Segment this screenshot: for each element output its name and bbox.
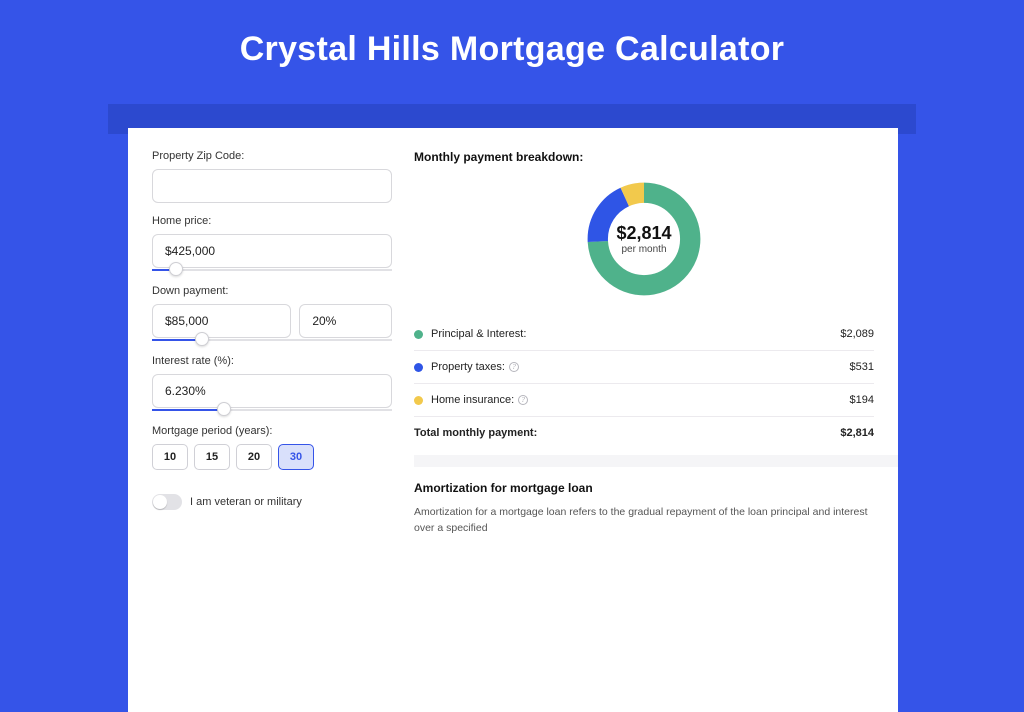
interest-block: Interest rate (%): — [152, 355, 392, 413]
interest-slider[interactable] — [152, 407, 392, 413]
period-segment-row: 10 15 20 30 — [152, 444, 392, 470]
zip-field-block: Property Zip Code: — [152, 150, 392, 203]
breakdown-column: Monthly payment breakdown: $2,814 per mo… — [414, 150, 874, 712]
interest-label: Interest rate (%): — [152, 355, 392, 367]
legend-label: Home insurance: — [431, 394, 514, 406]
slider-thumb[interactable] — [217, 402, 231, 416]
form-column: Property Zip Code: Home price: Down paym… — [152, 150, 392, 712]
period-option-30[interactable]: 30 — [278, 444, 314, 470]
donut-sub: per month — [621, 244, 666, 255]
home-price-block: Home price: — [152, 215, 392, 273]
dot-principal — [414, 330, 423, 339]
legend-value: $194 — [850, 394, 874, 406]
down-payment-block: Down payment: — [152, 285, 392, 343]
zip-label: Property Zip Code: — [152, 150, 392, 162]
amortization-text: Amortization for a mortgage loan refers … — [414, 505, 874, 537]
legend-principal: Principal & Interest: $2,089 — [414, 318, 874, 350]
home-price-label: Home price: — [152, 215, 392, 227]
amortization-section: Amortization for mortgage loan Amortizat… — [414, 455, 898, 537]
calculator-card: Property Zip Code: Home price: Down paym… — [128, 128, 898, 712]
zip-input[interactable] — [152, 169, 392, 203]
period-option-15[interactable]: 15 — [194, 444, 230, 470]
breakdown-title: Monthly payment breakdown: — [414, 150, 874, 164]
page-title: Crystal Hills Mortgage Calculator — [0, 0, 1024, 95]
legend-total: Total monthly payment: $2,814 — [414, 416, 874, 449]
dot-insurance — [414, 396, 423, 405]
amortization-title: Amortization for mortgage loan — [414, 481, 874, 495]
legend-label: Principal & Interest: — [431, 328, 526, 340]
payment-donut-chart: $2,814 per month — [583, 178, 705, 300]
down-payment-amount-input[interactable] — [152, 304, 291, 338]
period-option-20[interactable]: 20 — [236, 444, 272, 470]
legend-total-value: $2,814 — [840, 427, 874, 439]
donut-center: $2,814 per month — [583, 178, 705, 300]
info-icon[interactable]: ? — [509, 362, 519, 372]
period-option-10[interactable]: 10 — [152, 444, 188, 470]
legend-insurance: Home insurance: ? $194 — [414, 383, 874, 416]
home-price-slider[interactable] — [152, 267, 392, 273]
legend-tax: Property taxes: ? $531 — [414, 350, 874, 383]
home-price-input[interactable] — [152, 234, 392, 268]
veteran-toggle-row: I am veteran or military — [152, 494, 392, 510]
slider-thumb[interactable] — [195, 332, 209, 346]
interest-input[interactable] — [152, 374, 392, 408]
down-payment-slider[interactable] — [152, 337, 392, 343]
donut-total: $2,814 — [616, 223, 671, 244]
slider-thumb[interactable] — [169, 262, 183, 276]
legend-label: Property taxes: — [431, 361, 505, 373]
donut-wrap: $2,814 per month — [414, 178, 874, 300]
dot-tax — [414, 363, 423, 372]
slider-fill — [152, 409, 224, 411]
veteran-toggle[interactable] — [152, 494, 182, 510]
veteran-label: I am veteran or military — [190, 496, 302, 508]
period-block: Mortgage period (years): 10 15 20 30 — [152, 425, 392, 470]
legend-total-label: Total monthly payment: — [414, 427, 537, 439]
period-label: Mortgage period (years): — [152, 425, 392, 437]
down-payment-percent-input[interactable] — [299, 304, 392, 338]
legend-value: $531 — [850, 361, 874, 373]
legend-value: $2,089 — [840, 328, 874, 340]
info-icon[interactable]: ? — [518, 395, 528, 405]
toggle-knob — [153, 495, 167, 509]
down-payment-label: Down payment: — [152, 285, 392, 297]
